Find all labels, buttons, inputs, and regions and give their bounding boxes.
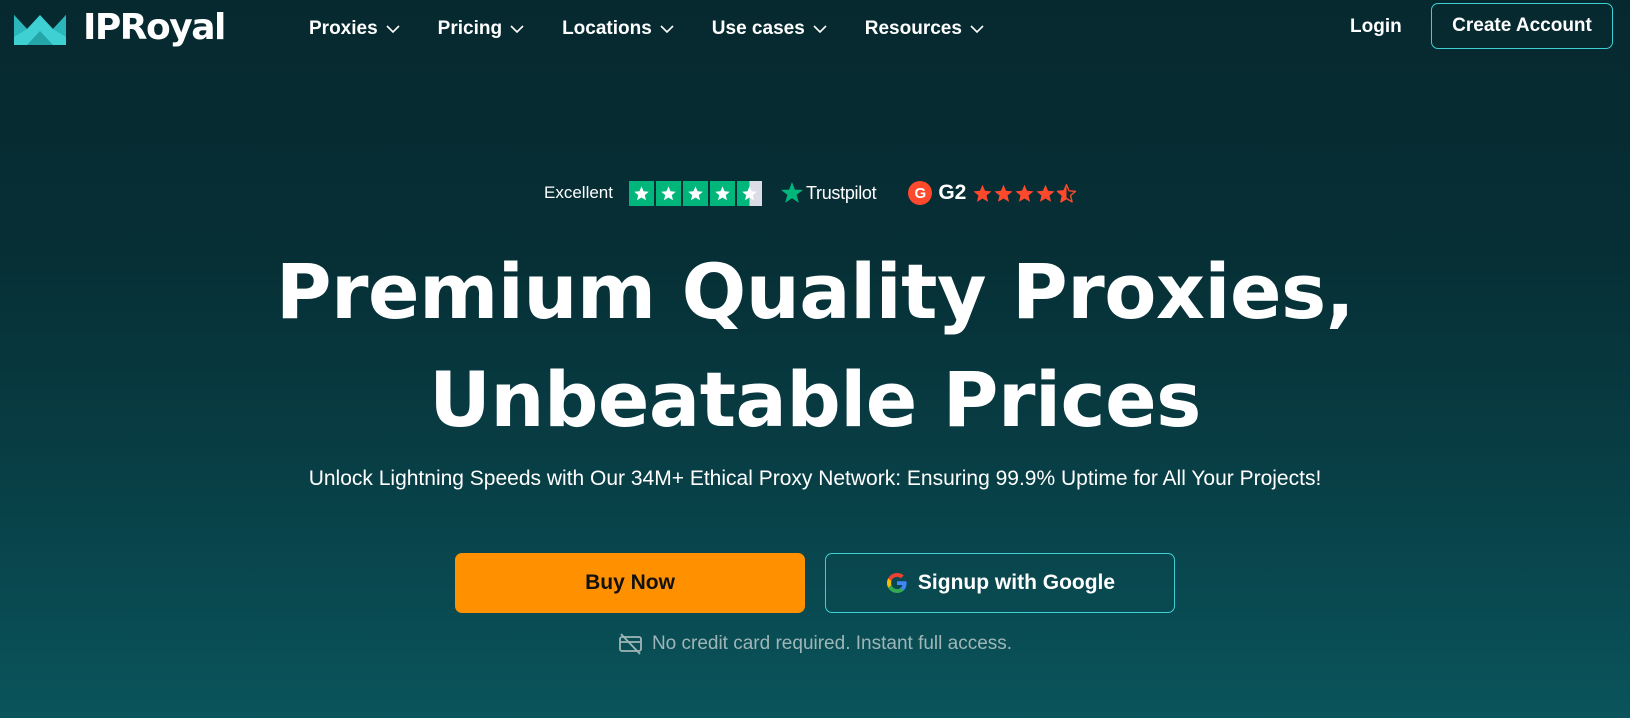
star-icon — [682, 180, 708, 206]
site-header: IPRoyal Proxies Pricing Locations Use ca… — [0, 0, 1630, 58]
chevron-down-icon — [510, 24, 524, 33]
star-icon — [655, 180, 681, 206]
trustpilot-logo[interactable]: Trustpilot — [780, 181, 877, 205]
hero-title-line: Premium Quality Proxies, — [275, 247, 1355, 336]
star-icon — [973, 184, 992, 202]
ratings-bar: Excellent Trustpilot G G2 — [544, 180, 1077, 206]
star-icon — [1036, 184, 1055, 202]
star-icon — [628, 180, 654, 206]
trustpilot-rating-label: Excellent — [544, 183, 613, 202]
hero-title-line: Unbeatable Prices — [429, 355, 1201, 444]
logo[interactable]: IPRoyal — [14, 7, 226, 48]
crown-icon — [14, 15, 66, 45]
logo-text: IPRoyal — [83, 7, 226, 48]
no-credit-card-icon — [619, 633, 642, 655]
chevron-down-icon — [660, 24, 674, 33]
g2-rating[interactable]: G G2 — [908, 181, 1077, 205]
nav-label: Use cases — [711, 18, 805, 39]
g2-brand: G2 — [938, 181, 967, 204]
hero-subtitle: Unlock Lightning Speeds with Our 34M+ Et… — [308, 467, 1322, 490]
nav-label: Locations — [562, 18, 652, 39]
google-icon — [886, 573, 907, 593]
trustpilot-brand: Trustpilot — [805, 182, 877, 203]
chevron-down-icon — [386, 24, 400, 33]
half-star-icon — [736, 180, 762, 206]
nav-resources[interactable]: Resources — [865, 18, 984, 40]
no-credit-card-note: No credit card required. Instant full ac… — [0, 632, 1630, 656]
nav-locations[interactable]: Locations — [562, 18, 674, 40]
half-star-icon — [1057, 183, 1077, 203]
trustpilot-stars — [628, 180, 764, 206]
signup-google-label: Signup with Google — [917, 571, 1116, 594]
nav-use-cases[interactable]: Use cases — [712, 18, 827, 40]
star-icon — [1015, 184, 1034, 202]
nav-label: Pricing — [437, 18, 503, 39]
trustpilot-star-icon — [780, 182, 803, 203]
nav-label: Proxies — [309, 18, 378, 39]
star-icon — [994, 184, 1013, 202]
login-link[interactable]: Login — [1350, 16, 1402, 38]
chevron-down-icon — [970, 24, 984, 33]
g2-logo-icon: G — [908, 181, 933, 205]
hero-title: Premium Quality Proxies, Unbeatable Pric… — [0, 238, 1630, 454]
star-icon — [709, 180, 735, 206]
main-nav: Proxies Pricing Locations Use cases Reso… — [309, 14, 1022, 44]
create-account-button[interactable]: Create Account — [1431, 3, 1613, 49]
chevron-down-icon — [813, 24, 827, 33]
g2-stars — [972, 183, 1077, 204]
nav-label: Resources — [864, 18, 962, 39]
signup-google-button[interactable]: Signup with Google — [825, 553, 1175, 613]
nav-proxies[interactable]: Proxies — [309, 18, 400, 40]
buy-now-button[interactable]: Buy Now — [455, 553, 805, 613]
no-credit-card-text: No credit card required. Instant full ac… — [651, 633, 1013, 654]
nav-pricing[interactable]: Pricing — [438, 18, 524, 40]
